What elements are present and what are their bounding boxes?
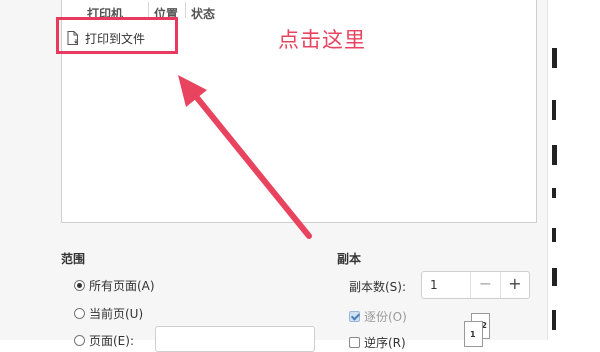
- annotation-arrow: [178, 75, 312, 239]
